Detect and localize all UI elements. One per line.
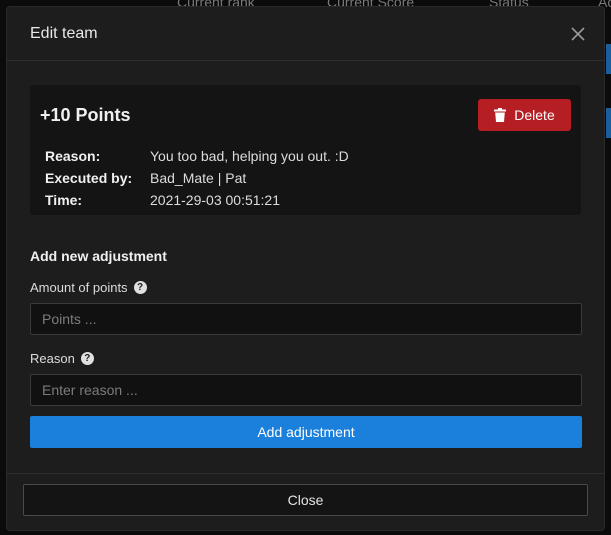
- detail-row-time: Time: 2021-29-03 00:51:21: [45, 189, 571, 211]
- amount-label-text: Amount of points: [30, 280, 128, 295]
- reason-label-text: Reason: [30, 351, 75, 366]
- trash-icon: [494, 108, 507, 122]
- detail-value: You too bad, helping you out. :D: [150, 148, 349, 164]
- modal-body: +10 Points Delete Reason: You too bad, h…: [7, 61, 604, 448]
- detail-key: Executed by:: [45, 170, 133, 186]
- delete-button-label: Delete: [514, 107, 555, 123]
- reason-input[interactable]: [30, 374, 582, 406]
- adjustment-details: Reason: You too bad, helping you out. :D…: [40, 145, 571, 211]
- adjustment-card: +10 Points Delete Reason: You too bad, h…: [30, 85, 581, 215]
- reason-label: Reason ?: [30, 351, 581, 366]
- adjustment-points: +10 Points: [40, 105, 131, 125]
- close-icon[interactable]: [568, 24, 588, 44]
- detail-value: 2021-29-03 00:51:21: [150, 192, 280, 208]
- detail-row-reason: Reason: You too bad, helping you out. :D: [45, 145, 571, 167]
- edit-team-modal: Edit team +10 Points Delete Reason: You …: [6, 6, 605, 531]
- bg-action-button: [606, 44, 611, 74]
- add-adjustment-button[interactable]: Add adjustment: [30, 416, 582, 448]
- close-button[interactable]: Close: [23, 484, 588, 516]
- delete-button[interactable]: Delete: [478, 99, 571, 131]
- detail-row-executed-by: Executed by: Bad_Mate | Pat: [45, 167, 571, 189]
- adjustment-card-header: +10 Points Delete: [40, 99, 571, 131]
- detail-key: Time:: [45, 192, 83, 208]
- help-icon[interactable]: ?: [133, 281, 147, 294]
- points-input[interactable]: [30, 303, 582, 335]
- modal-header: Edit team: [7, 7, 604, 61]
- section-title: Add new adjustment: [30, 248, 167, 264]
- bg-action-button: [606, 108, 611, 138]
- amount-label: Amount of points ?: [30, 280, 581, 295]
- detail-key: Reason:: [45, 148, 101, 164]
- modal-title: Edit team: [30, 24, 98, 42]
- help-icon[interactable]: ?: [80, 352, 94, 365]
- modal-footer: Close: [7, 473, 604, 530]
- close-icon-glyph: [571, 26, 585, 41]
- detail-value: Bad_Mate | Pat: [150, 170, 247, 186]
